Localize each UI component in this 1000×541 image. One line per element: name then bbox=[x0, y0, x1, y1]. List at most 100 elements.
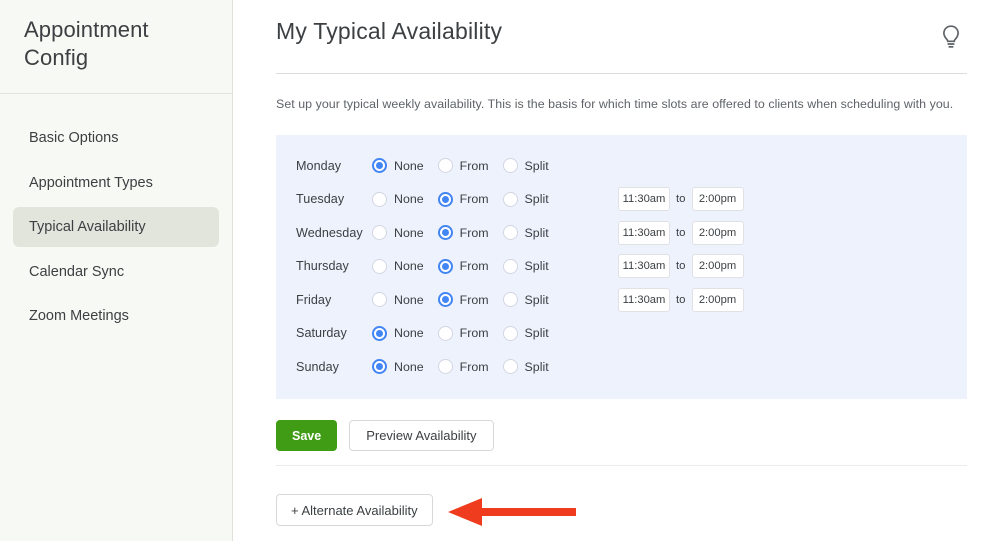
radio-label-from: From bbox=[459, 259, 489, 274]
sidebar-item-label: Zoom Meetings bbox=[29, 308, 129, 324]
end-time-input[interactable]: 2:00pm bbox=[691, 254, 744, 279]
radio-label-from: From bbox=[459, 359, 489, 374]
sidebar-item-typical-availability[interactable]: Typical Availability bbox=[13, 207, 219, 247]
sidebar-nav: Basic Options Appointment Types Typical … bbox=[0, 118, 232, 341]
radio-icon-split[interactable] bbox=[502, 359, 518, 375]
radio-option-split[interactable]: Split bbox=[502, 325, 549, 341]
radio-icon-split[interactable] bbox=[502, 292, 518, 308]
radio-option-none[interactable]: None bbox=[372, 292, 424, 308]
radio-icon-from[interactable] bbox=[437, 258, 453, 274]
radio-icon-none[interactable] bbox=[372, 158, 387, 174]
radio-icon-from[interactable] bbox=[437, 191, 453, 207]
radio-option-split[interactable]: Split bbox=[502, 258, 549, 274]
alternate-availability-wrap: + Alternate Availability bbox=[276, 494, 433, 526]
radio-option-split[interactable]: Split bbox=[502, 191, 549, 207]
radio-option-none[interactable]: None bbox=[372, 158, 424, 174]
radio-icon-none[interactable] bbox=[372, 359, 387, 375]
radio-option-none[interactable]: None bbox=[372, 258, 424, 274]
radio-label-from: From bbox=[459, 192, 489, 207]
mode-radio-group: None From Split bbox=[372, 292, 618, 308]
page-header: My Typical Availability bbox=[276, 0, 967, 52]
time-range: 11:30am to 2:00pm bbox=[618, 220, 744, 245]
radio-icon-from[interactable] bbox=[437, 359, 453, 375]
radio-label-split: Split bbox=[524, 292, 549, 307]
main-content: My Typical Availability Set up your typi… bbox=[233, 0, 1000, 541]
radio-icon-from[interactable] bbox=[437, 325, 453, 341]
day-label: Tuesday bbox=[296, 192, 345, 207]
radio-option-from[interactable]: From bbox=[437, 258, 489, 274]
radio-option-split[interactable]: Split bbox=[502, 225, 549, 241]
mode-radio-group: None From Split bbox=[372, 225, 618, 241]
day-label: Friday bbox=[296, 292, 332, 307]
radio-icon-split[interactable] bbox=[502, 258, 518, 274]
sidebar: Appointment Config Basic Options Appoint… bbox=[0, 0, 233, 541]
sidebar-item-appointment-types[interactable]: Appointment Types bbox=[13, 163, 219, 203]
radio-option-none[interactable]: None bbox=[372, 191, 424, 207]
radio-label-none: None bbox=[394, 326, 424, 341]
radio-option-none[interactable]: None bbox=[372, 225, 424, 241]
sidebar-item-basic-options[interactable]: Basic Options bbox=[13, 118, 219, 158]
radio-option-split[interactable]: Split bbox=[502, 359, 549, 375]
availability-panel: Monday None From Split Tuesday None From… bbox=[276, 134, 967, 400]
radio-icon-none[interactable] bbox=[372, 225, 387, 241]
time-separator: to bbox=[676, 260, 686, 273]
radio-label-none: None bbox=[394, 292, 424, 307]
radio-icon-from[interactable] bbox=[437, 225, 453, 241]
start-time-input[interactable]: 11:30am bbox=[618, 287, 670, 312]
availability-row-saturday: Saturday None From Split bbox=[276, 316, 967, 350]
day-label: Thursday bbox=[296, 259, 349, 274]
radio-option-from[interactable]: From bbox=[437, 158, 489, 174]
mode-radio-group: None From Split bbox=[372, 258, 618, 274]
availability-row-wednesday: Wednesday None From Split 11:30am to 2:0… bbox=[276, 216, 967, 250]
sidebar-item-calendar-sync[interactable]: Calendar Sync bbox=[13, 252, 219, 292]
mode-radio-group: None From Split bbox=[372, 191, 618, 207]
time-range: 11:30am to 2:00pm bbox=[618, 187, 744, 212]
radio-option-from[interactable]: From bbox=[437, 292, 489, 308]
start-time-input[interactable]: 11:30am bbox=[618, 187, 670, 212]
add-alternate-availability-button[interactable]: + Alternate Availability bbox=[276, 494, 433, 526]
header-divider bbox=[276, 73, 967, 74]
start-time-input[interactable]: 11:30am bbox=[618, 254, 670, 279]
sidebar-item-zoom-meetings[interactable]: Zoom Meetings bbox=[13, 296, 219, 336]
radio-icon-none[interactable] bbox=[372, 191, 387, 207]
day-label: Monday bbox=[296, 158, 342, 173]
radio-icon-none[interactable] bbox=[372, 325, 387, 341]
radio-label-none: None bbox=[394, 192, 424, 207]
day-label: Wednesday bbox=[296, 225, 363, 240]
radio-option-split[interactable]: Split bbox=[502, 292, 549, 308]
end-time-input[interactable]: 2:00pm bbox=[691, 187, 744, 212]
preview-availability-button[interactable]: Preview Availability bbox=[349, 420, 494, 452]
time-range: 11:30am to 2:00pm bbox=[618, 287, 744, 312]
sidebar-item-label: Typical Availability bbox=[29, 219, 146, 235]
radio-icon-split[interactable] bbox=[502, 158, 518, 174]
radio-icon-split[interactable] bbox=[502, 225, 518, 241]
radio-label-from: From bbox=[459, 225, 489, 240]
radio-option-from[interactable]: From bbox=[437, 325, 489, 341]
radio-icon-none[interactable] bbox=[372, 258, 387, 274]
radio-option-none[interactable]: None bbox=[372, 325, 424, 341]
save-button[interactable]: Save bbox=[276, 420, 338, 452]
page-description: Set up your typical weekly availability.… bbox=[276, 97, 954, 111]
radio-option-from[interactable]: From bbox=[437, 191, 489, 207]
mode-radio-group: None From Split bbox=[372, 325, 618, 341]
radio-icon-split[interactable] bbox=[502, 191, 518, 207]
radio-label-split: Split bbox=[524, 259, 549, 274]
radio-icon-from[interactable] bbox=[437, 292, 453, 308]
radio-label-split: Split bbox=[524, 192, 549, 207]
mode-radio-group: None From Split bbox=[372, 158, 618, 174]
end-time-input[interactable]: 2:00pm bbox=[691, 287, 744, 312]
radio-icon-from[interactable] bbox=[437, 158, 453, 174]
start-time-input[interactable]: 11:30am bbox=[618, 220, 670, 245]
radio-option-from[interactable]: From bbox=[437, 225, 489, 241]
radio-option-split[interactable]: Split bbox=[502, 158, 549, 174]
radio-label-split: Split bbox=[524, 158, 549, 173]
radio-option-from[interactable]: From bbox=[437, 359, 489, 375]
end-time-input[interactable]: 2:00pm bbox=[691, 220, 744, 245]
availability-row-tuesday: Tuesday None From Split 11:30am to 2:00p… bbox=[276, 182, 967, 216]
radio-icon-none[interactable] bbox=[372, 292, 387, 308]
radio-icon-split[interactable] bbox=[502, 325, 518, 341]
availability-row-friday: Friday None From Split 11:30am to 2:00pm bbox=[276, 283, 967, 317]
lightbulb-icon[interactable] bbox=[938, 22, 964, 52]
day-label: Saturday bbox=[296, 326, 347, 341]
radio-option-none[interactable]: None bbox=[372, 359, 424, 375]
